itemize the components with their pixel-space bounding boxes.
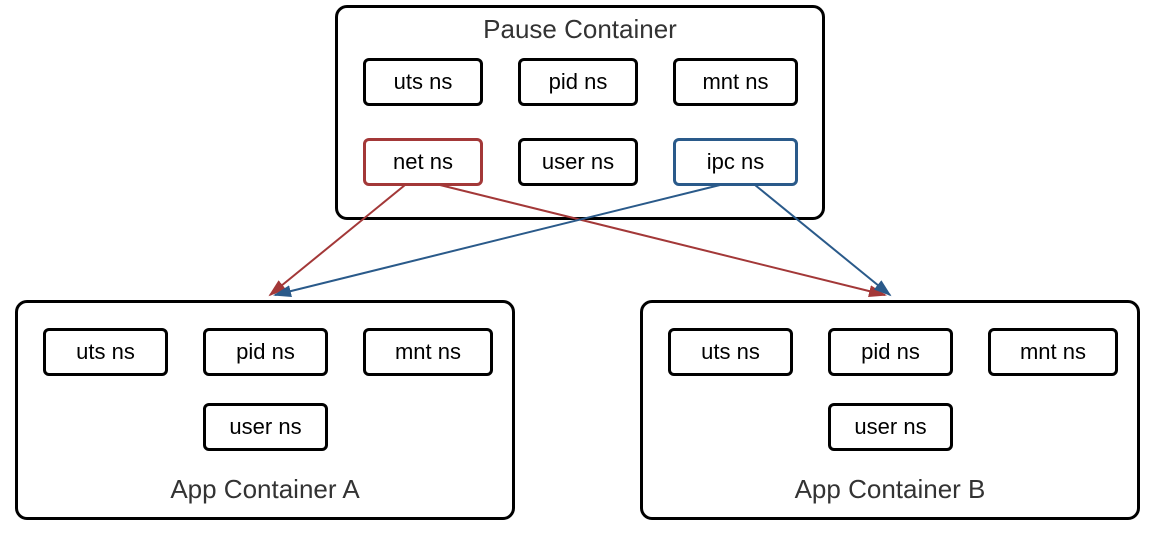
app-container-a-title: App Container A [18,474,512,505]
pause-container: Pause Container uts ns pid ns mnt ns net… [335,5,825,220]
pause-user-ns: user ns [518,138,638,186]
app-container-b-title: App Container B [643,474,1137,505]
app-container-a: uts ns pid ns mnt ns user ns App Contain… [15,300,515,520]
app-b-mnt-ns: mnt ns [988,328,1118,376]
app-a-pid-ns: pid ns [203,328,328,376]
app-container-b: uts ns pid ns mnt ns user ns App Contain… [640,300,1140,520]
app-a-user-ns: user ns [203,403,328,451]
app-b-user-ns: user ns [828,403,953,451]
pause-net-ns: net ns [363,138,483,186]
app-b-uts-ns: uts ns [668,328,793,376]
app-a-mnt-ns: mnt ns [363,328,493,376]
pause-uts-ns: uts ns [363,58,483,106]
pause-pid-ns: pid ns [518,58,638,106]
pause-container-title: Pause Container [338,14,822,45]
pause-ipc-ns: ipc ns [673,138,798,186]
app-b-pid-ns: pid ns [828,328,953,376]
app-a-uts-ns: uts ns [43,328,168,376]
pause-mnt-ns: mnt ns [673,58,798,106]
